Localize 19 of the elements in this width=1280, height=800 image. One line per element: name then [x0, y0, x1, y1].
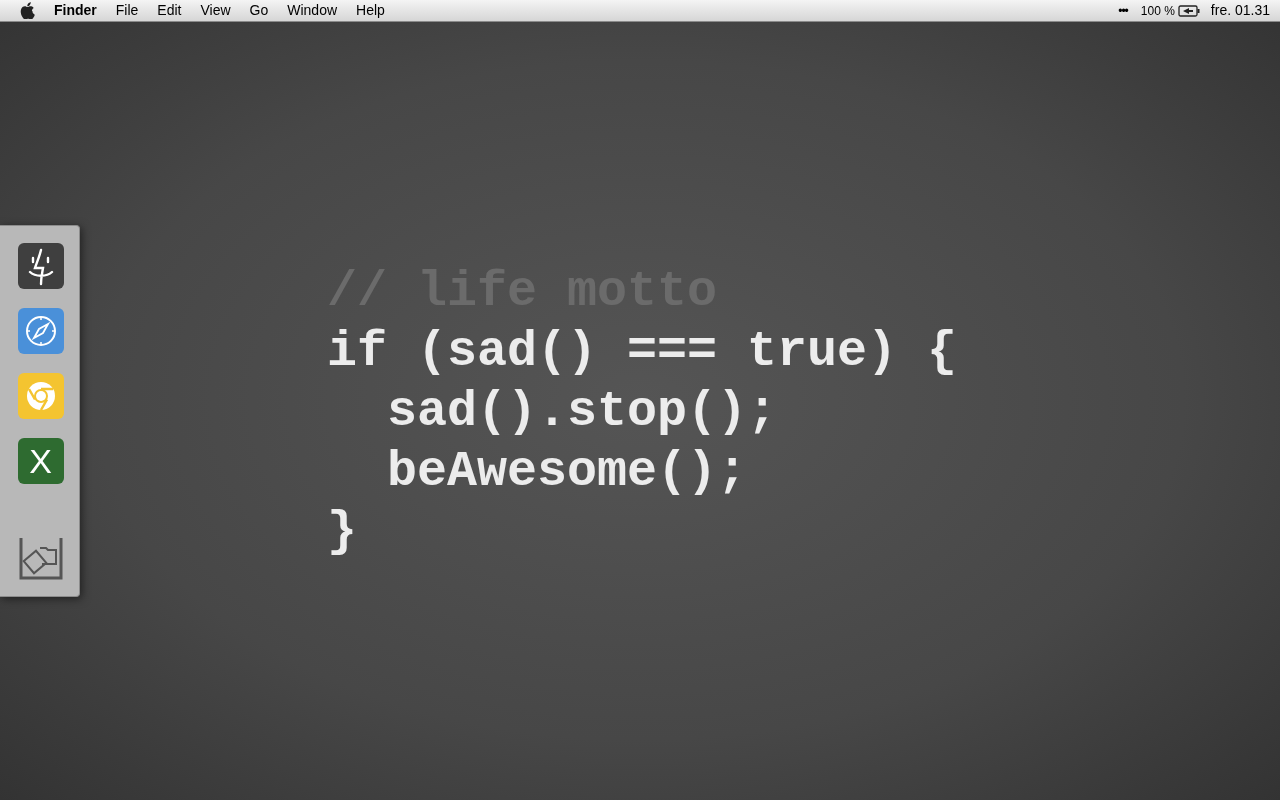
code-line: }: [327, 502, 357, 562]
code-line: beAwesome();: [387, 442, 748, 502]
menu-item[interactable]: File: [115, 0, 139, 21]
battery-charging-icon[interactable]: [1177, 4, 1200, 17]
overflow-menu[interactable]: •••: [1118, 1, 1128, 20]
menu-item[interactable]: View: [200, 0, 231, 21]
code-line: sad().stop();: [387, 382, 778, 442]
clock[interactable]: fre. 01.31: [1210, 0, 1270, 21]
menu-item[interactable]: Window: [287, 0, 338, 21]
menu-item[interactable]: Edit: [157, 0, 182, 21]
code-line: if (sad() === true) {: [327, 322, 958, 382]
app-menu[interactable]: Finder: [54, 0, 97, 21]
compass-icon[interactable]: [17, 308, 64, 354]
menu-item[interactable]: Go: [249, 0, 269, 21]
trash-icon[interactable]: [17, 536, 64, 582]
spreadsheet-icon[interactable]: X: [17, 438, 64, 484]
menu-item[interactable]: Help: [356, 0, 385, 21]
apple-logo-icon[interactable]: [19, 2, 35, 19]
battery-percent: 100 %: [1140, 2, 1175, 20]
